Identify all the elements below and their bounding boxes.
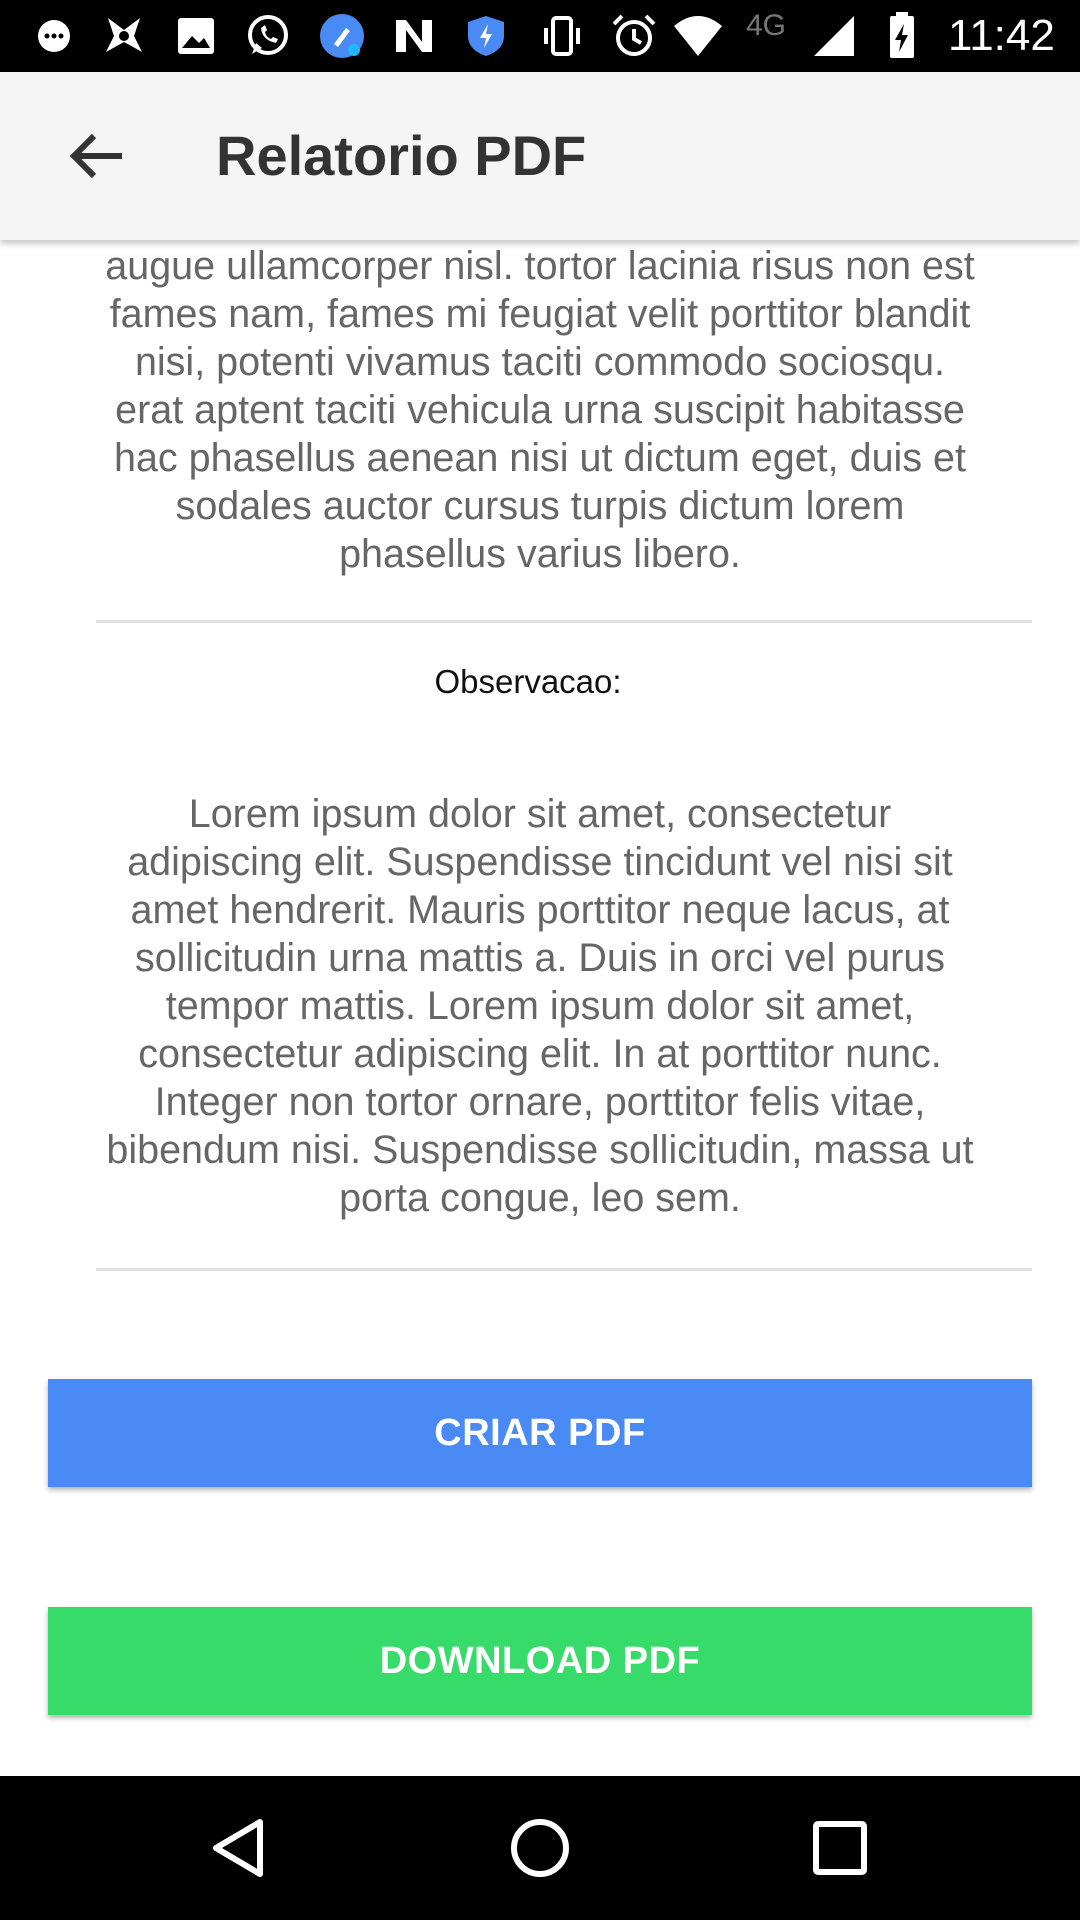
recents-square-icon[interactable] — [800, 1808, 880, 1888]
divider — [96, 620, 1032, 623]
message-icon — [38, 20, 70, 52]
create-pdf-button[interactable]: CRIAR PDF — [48, 1379, 1032, 1487]
observation-text: Lorem ipsum dolor sit amet, consectetur … — [106, 792, 974, 1220]
wifi-icon — [674, 16, 722, 56]
battery-charging-icon — [890, 12, 914, 58]
divider — [96, 1268, 1032, 1271]
navigation-bar — [0, 1776, 1080, 1920]
n-app-icon — [396, 20, 432, 52]
report-paragraph: augue ullamcorper nisl. tortor lacinia r… — [105, 244, 975, 576]
shield-icon — [468, 16, 504, 56]
observation-label: Observacao: — [434, 663, 622, 700]
clock-time: 11:42 — [948, 11, 1055, 60]
app-bar: Relatorio PDF — [0, 72, 1080, 240]
report-content[interactable]: augue ullamcorper nisl. tortor lacinia r… — [0, 240, 1080, 1776]
status-bar: 4G 11:42 — [0, 0, 1080, 72]
whatsapp-icon — [248, 15, 288, 55]
app-icon — [106, 18, 142, 52]
arrow-left-icon[interactable] — [56, 116, 136, 196]
network-label: 4G — [746, 9, 787, 42]
vibrate-icon — [544, 16, 580, 56]
back-triangle-icon[interactable] — [200, 1808, 280, 1888]
home-circle-icon[interactable] — [500, 1808, 580, 1888]
signal-icon — [814, 16, 854, 56]
download-pdf-button[interactable]: DOWNLOAD PDF — [48, 1607, 1032, 1715]
page-title: Relatorio PDF — [216, 124, 587, 187]
cleaner-icon — [320, 14, 364, 58]
gallery-icon — [178, 18, 214, 54]
alarm-icon — [612, 14, 656, 56]
